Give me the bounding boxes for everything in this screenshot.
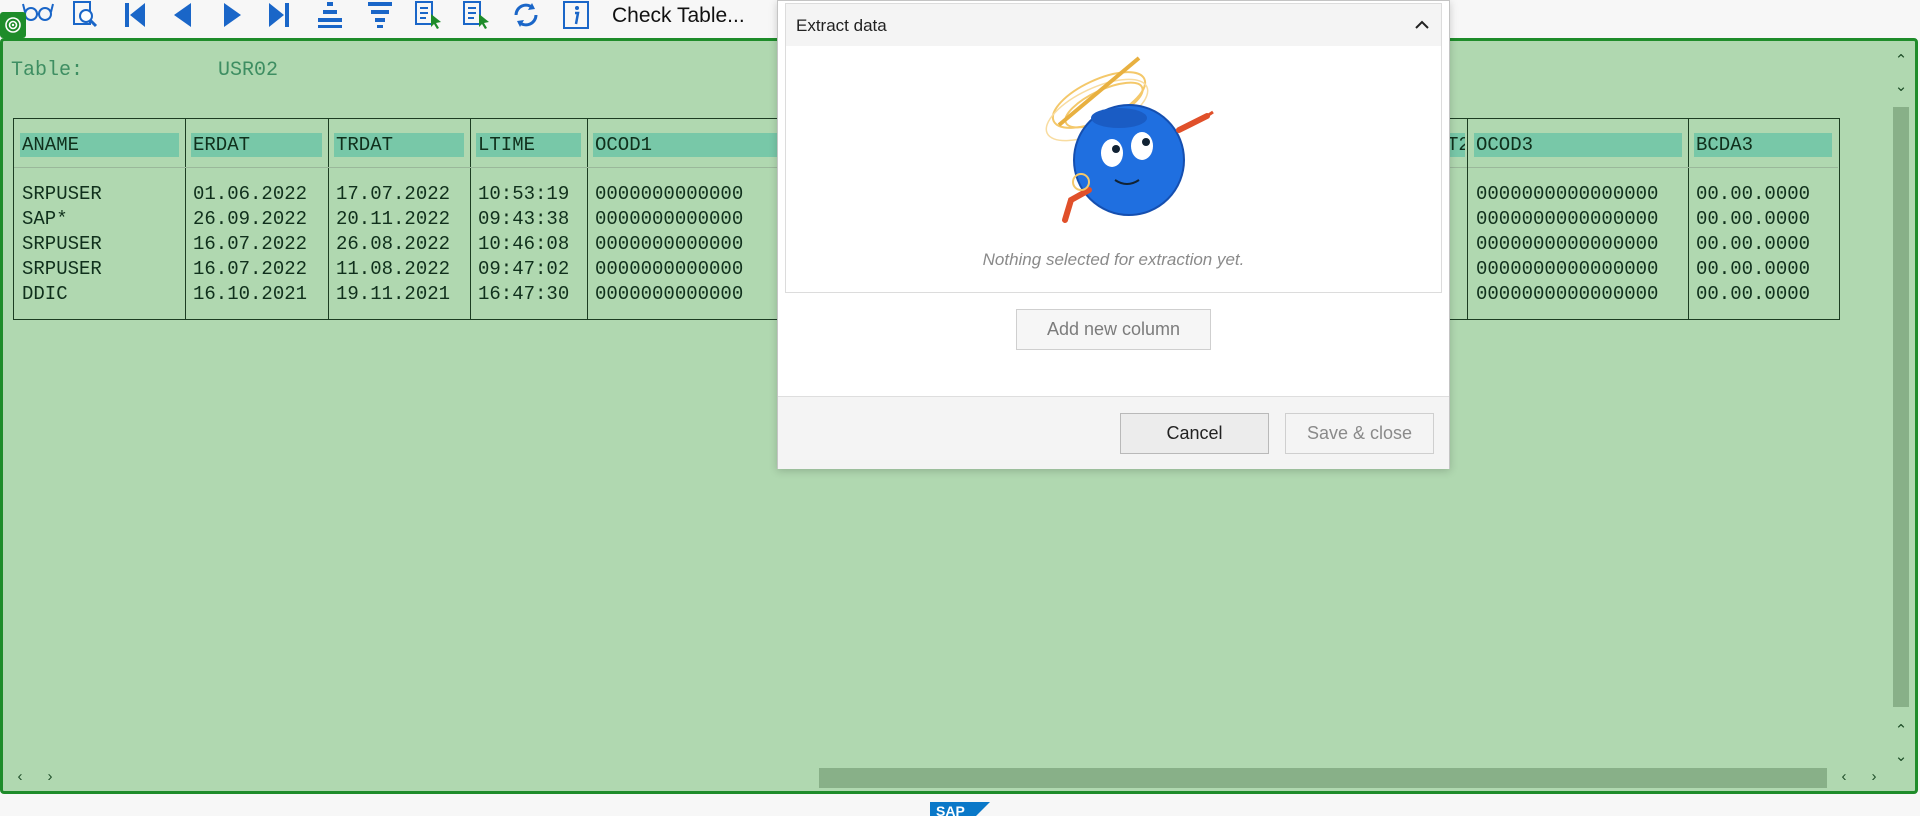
- table-cell[interactable]: 00.00.0000: [1696, 207, 1810, 232]
- table-cell[interactable]: 09:43:38: [478, 207, 569, 232]
- target-icon: [0, 12, 26, 38]
- column-header-trdat[interactable]: TRDAT: [334, 133, 464, 157]
- sap-logo: SAP: [930, 802, 990, 816]
- table-cell[interactable]: 0000000000000000: [1476, 232, 1658, 257]
- vertical-scroll-thumb[interactable]: [1893, 107, 1909, 707]
- table-cell[interactable]: 0000000000000000: [1476, 257, 1658, 282]
- panel-title: Extract data: [796, 16, 887, 35]
- table-cell[interactable]: SAP*: [22, 207, 68, 232]
- table-caption-label: Table:: [11, 59, 84, 82]
- scroll-left-page-icon[interactable]: ‹: [1833, 768, 1855, 785]
- table-cell[interactable]: 0000000000000: [595, 257, 743, 282]
- table-cell[interactable]: 16.10.2021: [193, 282, 307, 307]
- table-cell[interactable]: 20.11.2022: [336, 207, 450, 232]
- table-cell[interactable]: 0000000000000: [595, 232, 743, 257]
- next-page-icon[interactable]: [214, 0, 250, 30]
- scroll-down-icon[interactable]: ⌃: [1890, 721, 1912, 739]
- refresh-icon[interactable]: [508, 0, 544, 30]
- table-cell[interactable]: 16:47:30: [478, 282, 569, 307]
- table-cell[interactable]: 16.07.2022: [193, 257, 307, 282]
- table-cell[interactable]: 0000000000000000: [1476, 207, 1658, 232]
- find-icon[interactable]: [66, 0, 102, 30]
- column-ocod3: OCOD3 0000000000000000 0000000000000000 …: [1468, 119, 1689, 319]
- column-header-ocod1[interactable]: OCOD1: [593, 133, 785, 157]
- table-cell[interactable]: 16.07.2022: [193, 232, 307, 257]
- column-header-aname[interactable]: ANAME: [20, 133, 179, 157]
- dialog-footer: Cancel Save & close: [778, 396, 1449, 469]
- extract-data-panel: Extract data Nothing selected for extrac…: [785, 3, 1442, 293]
- panel-header[interactable]: Extract data: [786, 4, 1441, 46]
- column-header-bcda3[interactable]: BCDA3: [1694, 133, 1832, 157]
- column-header-ocod3[interactable]: OCOD3: [1474, 133, 1682, 157]
- scroll-right-icon[interactable]: ›: [39, 768, 61, 785]
- table-cell[interactable]: 09:47:02: [478, 257, 569, 282]
- column-header-erdat[interactable]: ERDAT: [191, 133, 322, 157]
- save-and-close-button[interactable]: Save & close: [1285, 413, 1434, 454]
- chevron-up-icon[interactable]: [1413, 16, 1431, 34]
- table-cell[interactable]: 00.00.0000: [1696, 257, 1810, 282]
- column-header-ltime[interactable]: LTIME: [476, 133, 581, 157]
- column-aname: ANAME SRPUSER SAP* SRPUSER SRPUSER DDIC: [14, 119, 186, 319]
- table-cell[interactable]: 01.06.2022: [193, 182, 307, 207]
- check-table-button[interactable]: Check Table...: [612, 4, 745, 28]
- column-erdat: ERDAT 01.06.2022 26.09.2022 16.07.2022 1…: [185, 119, 329, 319]
- previous-page-icon[interactable]: [164, 0, 200, 30]
- table-cell[interactable]: 17.07.2022: [336, 182, 450, 207]
- table-cell[interactable]: 0000000000000: [595, 207, 743, 232]
- scroll-top-icon[interactable]: ⌃: [1890, 51, 1912, 69]
- table-cell[interactable]: 26.09.2022: [193, 207, 307, 232]
- empty-state-message: Nothing selected for extraction yet.: [982, 250, 1245, 269]
- table-cell[interactable]: 26.08.2022: [336, 232, 450, 257]
- add-new-column-button[interactable]: Add new column: [1016, 309, 1211, 350]
- table-cell[interactable]: 00.00.0000: [1696, 282, 1810, 307]
- table-cell[interactable]: 0000000000000000: [1476, 182, 1658, 207]
- scroll-up-icon[interactable]: ⌄: [1890, 77, 1912, 95]
- mascot-illustration: [1045, 56, 1214, 223]
- scroll-left-icon[interactable]: ‹: [9, 768, 31, 785]
- scroll-bottom-icon[interactable]: ⌄: [1890, 747, 1912, 765]
- table-name-value: USR02: [218, 59, 279, 82]
- last-page-icon[interactable]: [262, 0, 298, 30]
- column-ltime: LTIME 10:53:19 09:43:38 10:46:08 09:47:0…: [470, 119, 588, 319]
- sort-ascending-icon[interactable]: [312, 0, 348, 30]
- table-cell[interactable]: 10:46:08: [478, 232, 569, 257]
- column-trdat: TRDAT 17.07.2022 20.11.2022 26.08.2022 1…: [328, 119, 471, 319]
- extract-data-dialog: Extract data Nothing selected for extrac…: [777, 0, 1450, 469]
- svg-text:SAP: SAP: [936, 803, 965, 816]
- cancel-button[interactable]: Cancel: [1120, 413, 1269, 454]
- column-bcda3: BCDA3 00.00.0000 00.00.0000 00.00.0000 0…: [1688, 119, 1838, 319]
- table-cell[interactable]: SRPUSER: [22, 257, 102, 282]
- vertical-scrollbar[interactable]: ⌃ ⌄ ⌃ ⌄: [1890, 51, 1912, 771]
- table-cell[interactable]: 00.00.0000: [1696, 182, 1810, 207]
- table-cell[interactable]: 00.00.0000: [1696, 232, 1810, 257]
- info-icon[interactable]: [558, 0, 594, 30]
- table-cell[interactable]: 0000000000000: [595, 182, 743, 207]
- scroll-right-page-icon[interactable]: ›: [1863, 768, 1885, 785]
- table-cell[interactable]: SRPUSER: [22, 232, 102, 257]
- table-cell[interactable]: 10:53:19: [478, 182, 569, 207]
- table-cell[interactable]: 19.11.2021: [336, 282, 450, 307]
- first-page-icon[interactable]: [116, 0, 152, 30]
- select-icon-1[interactable]: [410, 0, 446, 30]
- table-cell[interactable]: SRPUSER: [22, 182, 102, 207]
- select-icon-2[interactable]: [458, 0, 494, 30]
- sort-descending-icon[interactable]: [362, 0, 398, 30]
- table-cell[interactable]: 0000000000000: [595, 282, 743, 307]
- horizontal-scroll-thumb[interactable]: [819, 768, 1827, 788]
- table-cell[interactable]: 0000000000000000: [1476, 282, 1658, 307]
- table-cell[interactable]: 11.08.2022: [336, 257, 450, 282]
- table-cell[interactable]: DDIC: [22, 282, 68, 307]
